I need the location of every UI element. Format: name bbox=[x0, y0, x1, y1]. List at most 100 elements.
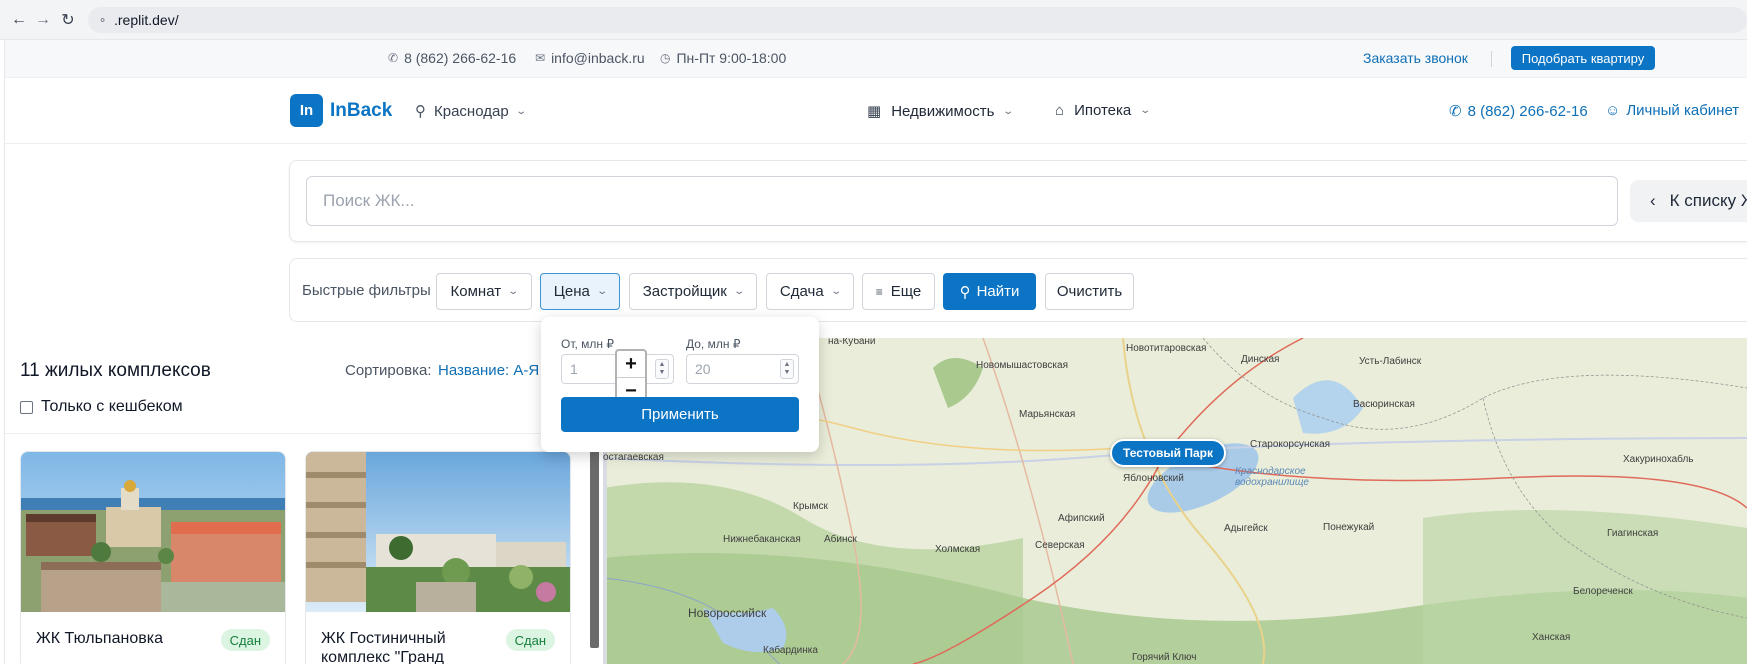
menu-mortgage-label: Ипотека bbox=[1074, 102, 1132, 119]
user-icon: ☺ bbox=[1605, 102, 1621, 119]
map-label: Адыгейск bbox=[1224, 523, 1268, 534]
complex-photo bbox=[21, 452, 285, 612]
filter-developer-button[interactable]: Застройщик ⌄ bbox=[629, 273, 757, 310]
location-pin-icon: ⚲ bbox=[415, 103, 426, 120]
header-phone-link[interactable]: ✆ 8 (862) 266-62-16 bbox=[1449, 102, 1588, 121]
chevron-left-icon: ‹ bbox=[1650, 191, 1656, 210]
divider bbox=[5, 433, 600, 434]
filter-rooms-button[interactable]: Комнат ⌄ bbox=[436, 273, 532, 310]
chevron-down-icon: ⌄ bbox=[1002, 105, 1015, 117]
top-info-bar: ✆ 8 (862) 266-62-16 ✉ info@inback.ru ◷ П… bbox=[5, 40, 1747, 78]
map-label: Хакуринохабль bbox=[1623, 454, 1694, 465]
complex-list: 11 жилых комплексов Сортировка: Название… bbox=[5, 338, 600, 664]
list-scrollbar[interactable] bbox=[590, 451, 599, 648]
order-call-link[interactable]: Заказать звонок bbox=[1363, 50, 1468, 66]
cashback-filter[interactable]: Только с кешбеком bbox=[20, 398, 183, 416]
price-filter-dropdown: От, млн ₽ 1 ▲ ▼ До, млн ₽ 20 ▲ ▼ + − Приме… bbox=[541, 317, 819, 452]
url-text: .replit.dev/ bbox=[114, 12, 179, 28]
quick-filters-label: Быстрые фильтры bbox=[302, 282, 431, 299]
map-label: Ханская bbox=[1532, 632, 1571, 643]
map-marker[interactable]: Тестовый Парк bbox=[1110, 439, 1226, 467]
header-phone-text: 8 (862) 266-62-16 bbox=[1467, 102, 1588, 120]
sort-selector[interactable]: Название: А-Я bbox=[438, 362, 539, 379]
complex-name: ЖК Гостиничный комплекс "Гранд bbox=[321, 630, 446, 664]
map-label: Белореченск bbox=[1573, 586, 1633, 597]
menu-realty[interactable]: ▦ Недвижимость ⌄ bbox=[867, 102, 1015, 121]
back-to-list-button[interactable]: ‹ К списку Ж bbox=[1630, 180, 1747, 222]
city-label: Краснодар bbox=[434, 102, 509, 120]
topbar-phone-text: 8 (862) 266-62-16 bbox=[404, 50, 517, 66]
map-label: Краснодарское водохранилище bbox=[1235, 466, 1309, 488]
menu-mortgage[interactable]: ⌂ Ипотека ⌄ bbox=[1055, 102, 1152, 119]
map-label: Крымск bbox=[793, 501, 828, 512]
map-label: Новомышастовская bbox=[976, 360, 1068, 371]
quick-filters-panel: Быстрые фильтры Комнат ⌄ Цена ⌄ Застройщ… bbox=[289, 258, 1747, 322]
pick-apartment-button[interactable]: Подобрать квартиру bbox=[1511, 46, 1655, 70]
building-icon: ▦ bbox=[867, 103, 882, 120]
sort-label: Сортировка: bbox=[345, 362, 432, 379]
reload-icon[interactable]: ↻ bbox=[57, 9, 79, 31]
spinner-icon[interactable]: ▲ ▼ bbox=[655, 359, 669, 379]
back-to-list-label: К списку Ж bbox=[1669, 191, 1747, 210]
chevron-down-icon: ⌄ bbox=[1139, 105, 1152, 116]
filter-rooms-label: Комнат bbox=[450, 283, 502, 300]
chevron-down-icon: ⌄ bbox=[596, 286, 608, 297]
forward-arrow-icon[interactable]: → bbox=[32, 9, 54, 31]
sliders-icon: ≡ bbox=[875, 284, 883, 299]
apply-price-button[interactable]: Применить bbox=[561, 397, 799, 432]
site-header: In InBack ⚲ Краснодар ⌄ ▦ Недвижимость ⌄… bbox=[5, 78, 1747, 144]
complex-card[interactable]: ЖК Тюльпановка Сдан bbox=[20, 451, 286, 664]
map-label: Нижнебаканская bbox=[723, 534, 801, 545]
find-button[interactable]: ⚲ Найти bbox=[943, 273, 1036, 310]
spinner-icon[interactable]: ▲ ▼ bbox=[780, 359, 794, 379]
status-badge: Сдан bbox=[505, 629, 555, 651]
map-label: Старокорсунская bbox=[1250, 439, 1331, 450]
topbar-email[interactable]: ✉ info@inback.ru bbox=[535, 50, 645, 66]
city-selector[interactable]: ⚲ Краснодар ⌄ bbox=[415, 102, 527, 121]
complex-photo bbox=[306, 452, 570, 612]
cashback-checkbox[interactable] bbox=[20, 400, 33, 414]
map-label: Новороссийск bbox=[688, 606, 767, 620]
site-info-icon[interactable]: ⚬ bbox=[98, 14, 110, 27]
logo-mark[interactable]: In bbox=[290, 94, 323, 127]
topbar-email-text: info@inback.ru bbox=[551, 50, 645, 66]
mail-icon: ✉ bbox=[535, 51, 546, 65]
logo-text[interactable]: InBack bbox=[330, 100, 392, 122]
filter-price-label: Цена bbox=[553, 283, 590, 300]
back-arrow-icon[interactable]: ← bbox=[8, 9, 30, 31]
home-icon: ⌂ bbox=[1055, 102, 1065, 119]
clear-button[interactable]: Очистить bbox=[1045, 273, 1134, 310]
search-icon: ⚲ bbox=[959, 283, 971, 301]
complex-search-input[interactable]: Поиск ЖК... bbox=[306, 176, 1618, 226]
address-bar[interactable]: ⚬ .replit.dev/ bbox=[88, 7, 1747, 33]
topbar-separator bbox=[1491, 51, 1492, 67]
zoom-in-button[interactable]: + bbox=[617, 351, 645, 378]
map-label: на-Кубани bbox=[828, 338, 876, 347]
filter-delivery-button[interactable]: Сдача ⌄ bbox=[766, 273, 854, 310]
map-label: Холмская bbox=[935, 544, 981, 555]
map-label: Афипский bbox=[1058, 513, 1105, 524]
topbar-phone[interactable]: ✆ 8 (862) 266-62-16 bbox=[388, 50, 516, 66]
map-label: Абинск bbox=[824, 534, 857, 545]
filter-more-label: Еще bbox=[890, 283, 922, 300]
find-label: Найти bbox=[976, 283, 1020, 300]
map-label: Понежукай bbox=[1323, 522, 1375, 533]
map-label: Динская bbox=[1241, 354, 1280, 365]
topbar-hours: ◷ Пн-Пт 9:00-18:00 bbox=[660, 50, 786, 66]
price-to-input[interactable]: 20 ▲ ▼ bbox=[686, 354, 799, 384]
map-label: Северская bbox=[1035, 540, 1085, 551]
filter-more-button[interactable]: ≡ Еще bbox=[862, 273, 935, 310]
status-badge: Сдан bbox=[220, 629, 270, 651]
results-count-title: 11 жилых комплексов bbox=[20, 360, 211, 381]
map-label: Гиагинская bbox=[1607, 528, 1659, 539]
topbar-hours-text: Пн-Пт 9:00-18:00 bbox=[676, 50, 787, 66]
chevron-down-icon: ⌄ bbox=[830, 286, 842, 297]
browser-toolbar: ← → ↻ ⚬ .replit.dev/ bbox=[0, 0, 1747, 40]
filter-price-button[interactable]: Цена ⌄ bbox=[540, 273, 620, 310]
complex-name: ЖК Тюльпановка bbox=[36, 630, 163, 647]
search-panel: Поиск ЖК... ‹ К списку Ж bbox=[289, 160, 1747, 242]
complex-card[interactable]: ЖК Гостиничный комплекс "Гранд Сдан bbox=[305, 451, 571, 664]
map-label: Усть-Лабинск bbox=[1359, 356, 1422, 367]
personal-cabinet-link[interactable]: ☺ Личный кабинет bbox=[1605, 102, 1739, 119]
chevron-down-icon: ⌄ bbox=[733, 286, 745, 297]
